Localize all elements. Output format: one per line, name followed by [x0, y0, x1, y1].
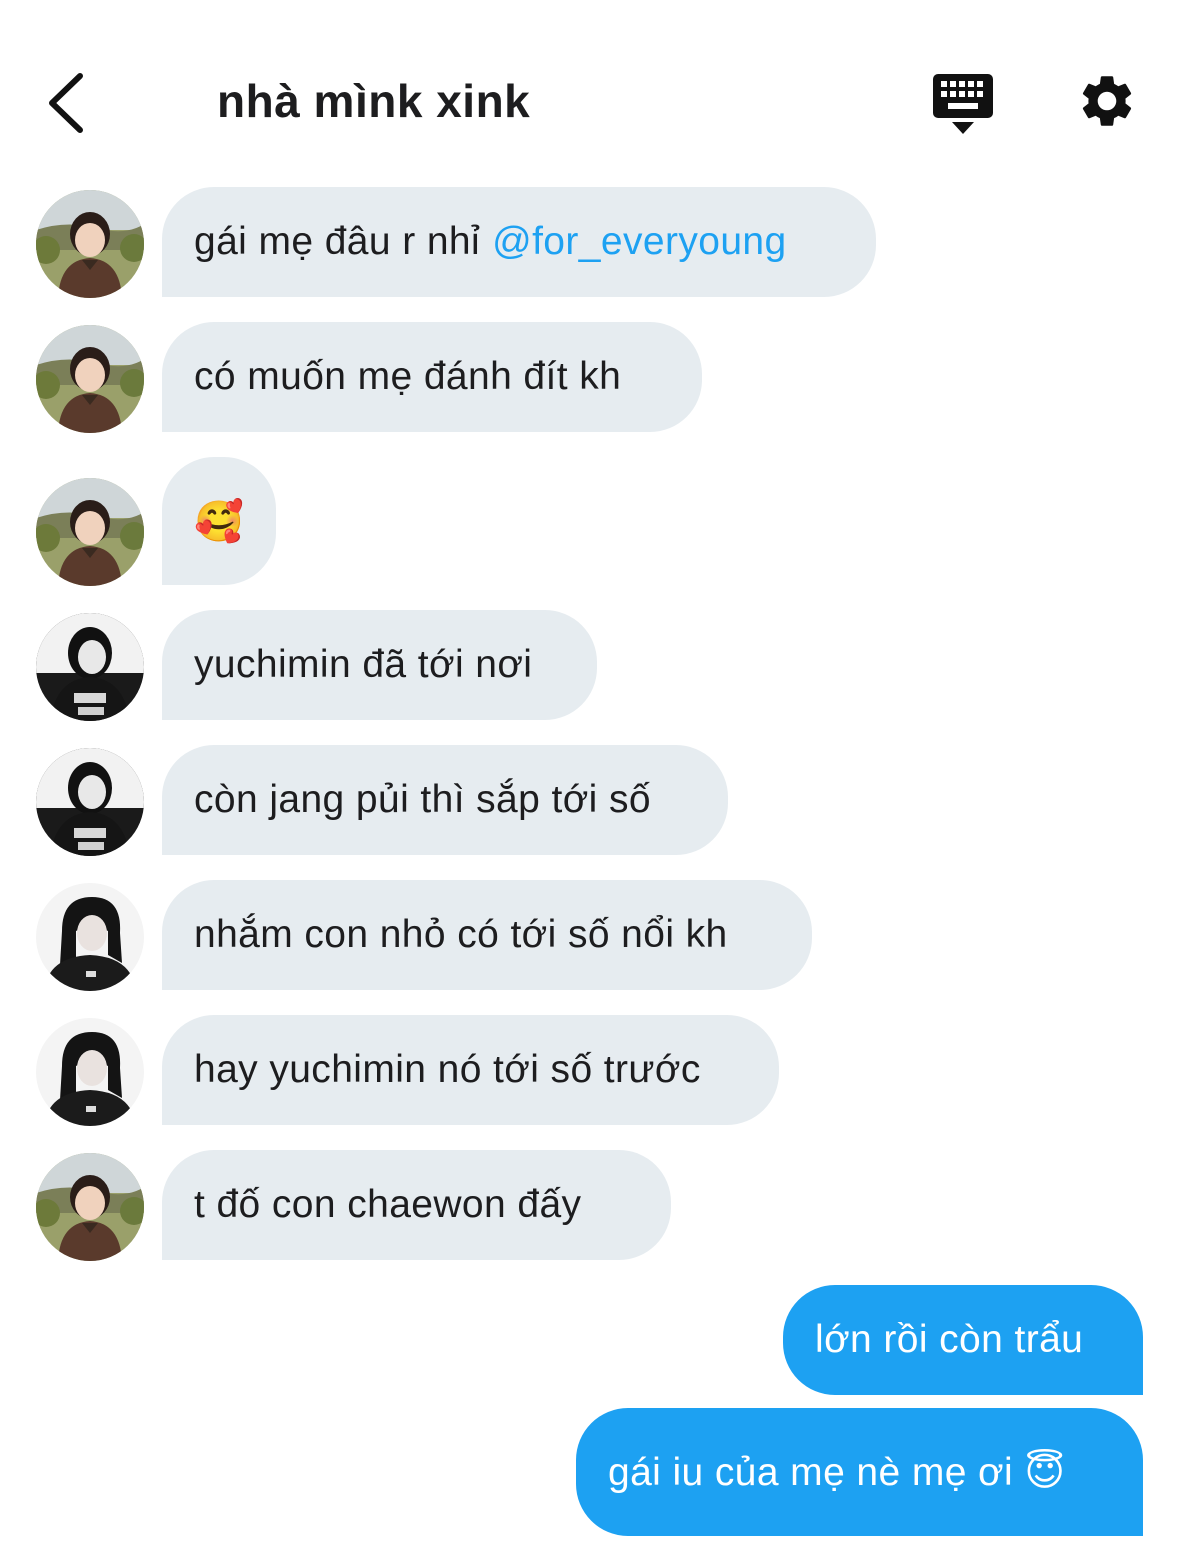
keyboard-toggle-button[interactable] — [930, 72, 996, 136]
settings-button[interactable] — [1076, 70, 1138, 132]
message-text: hay yuchimin nó tới số trước — [194, 1048, 701, 1091]
message-bubble[interactable]: nhắm con nhỏ có tới số nổi kh — [162, 880, 812, 990]
mention-link[interactable]: @for_everyoung — [492, 220, 787, 264]
avatar[interactable] — [36, 748, 144, 856]
outgoing-message-bubble[interactable]: lớn rồi còn trẩu — [783, 1285, 1143, 1395]
message-text: lớn rồi còn trẩu — [815, 1318, 1084, 1361]
avatar[interactable] — [36, 190, 144, 298]
smiling-face-hearts-emoji: 🥰 — [194, 498, 245, 545]
message-bubble[interactable]: còn jang pủi thì sắp tới số — [162, 745, 728, 855]
chevron-left-icon — [49, 73, 83, 133]
message-bubble[interactable]: gái mẹ đâu r nhỉ @for_everyoung — [162, 187, 876, 297]
message-text: t đố con chaewon đấy — [194, 1183, 582, 1226]
message-bubble[interactable]: có muốn mẹ đánh đít kh — [162, 322, 702, 432]
avatar[interactable] — [36, 613, 144, 721]
message-bubble[interactable]: yuchimin đã tới nơi — [162, 610, 597, 720]
avatar[interactable] — [36, 1018, 144, 1126]
message-bubble[interactable]: t đố con chaewon đấy — [162, 1150, 671, 1260]
message-text: gái mẹ đâu r nhỉ — [194, 220, 481, 263]
gear-icon — [1082, 76, 1132, 126]
outgoing-message-bubble[interactable]: gái iu của mẹ nè mẹ ơi 😇 — [576, 1408, 1143, 1536]
message-text: có muốn mẹ đánh đít kh — [194, 355, 622, 398]
message-text: yuchimin đã tới nơi — [194, 643, 533, 686]
message-text: nhắm con nhỏ có tới số nổi kh — [194, 913, 728, 956]
avatar[interactable] — [36, 1153, 144, 1261]
keyboard-hide-icon — [933, 74, 993, 134]
avatar[interactable] — [36, 325, 144, 433]
message-bubble[interactable]: hay yuchimin nó tới số trước — [162, 1015, 779, 1125]
back-button[interactable] — [38, 68, 98, 138]
message-text: gái iu của mẹ nè mẹ ơi 😇 — [608, 1450, 1066, 1494]
avatar[interactable] — [36, 478, 144, 586]
message-bubble[interactable]: 🥰 — [162, 457, 276, 585]
avatar[interactable] — [36, 883, 144, 991]
conversation-title[interactable]: nhà mìnk xink — [217, 74, 530, 128]
message-text: còn jang pủi thì sắp tới số — [194, 778, 651, 821]
chat-header: nhà mìnk xink — [0, 0, 1179, 180]
